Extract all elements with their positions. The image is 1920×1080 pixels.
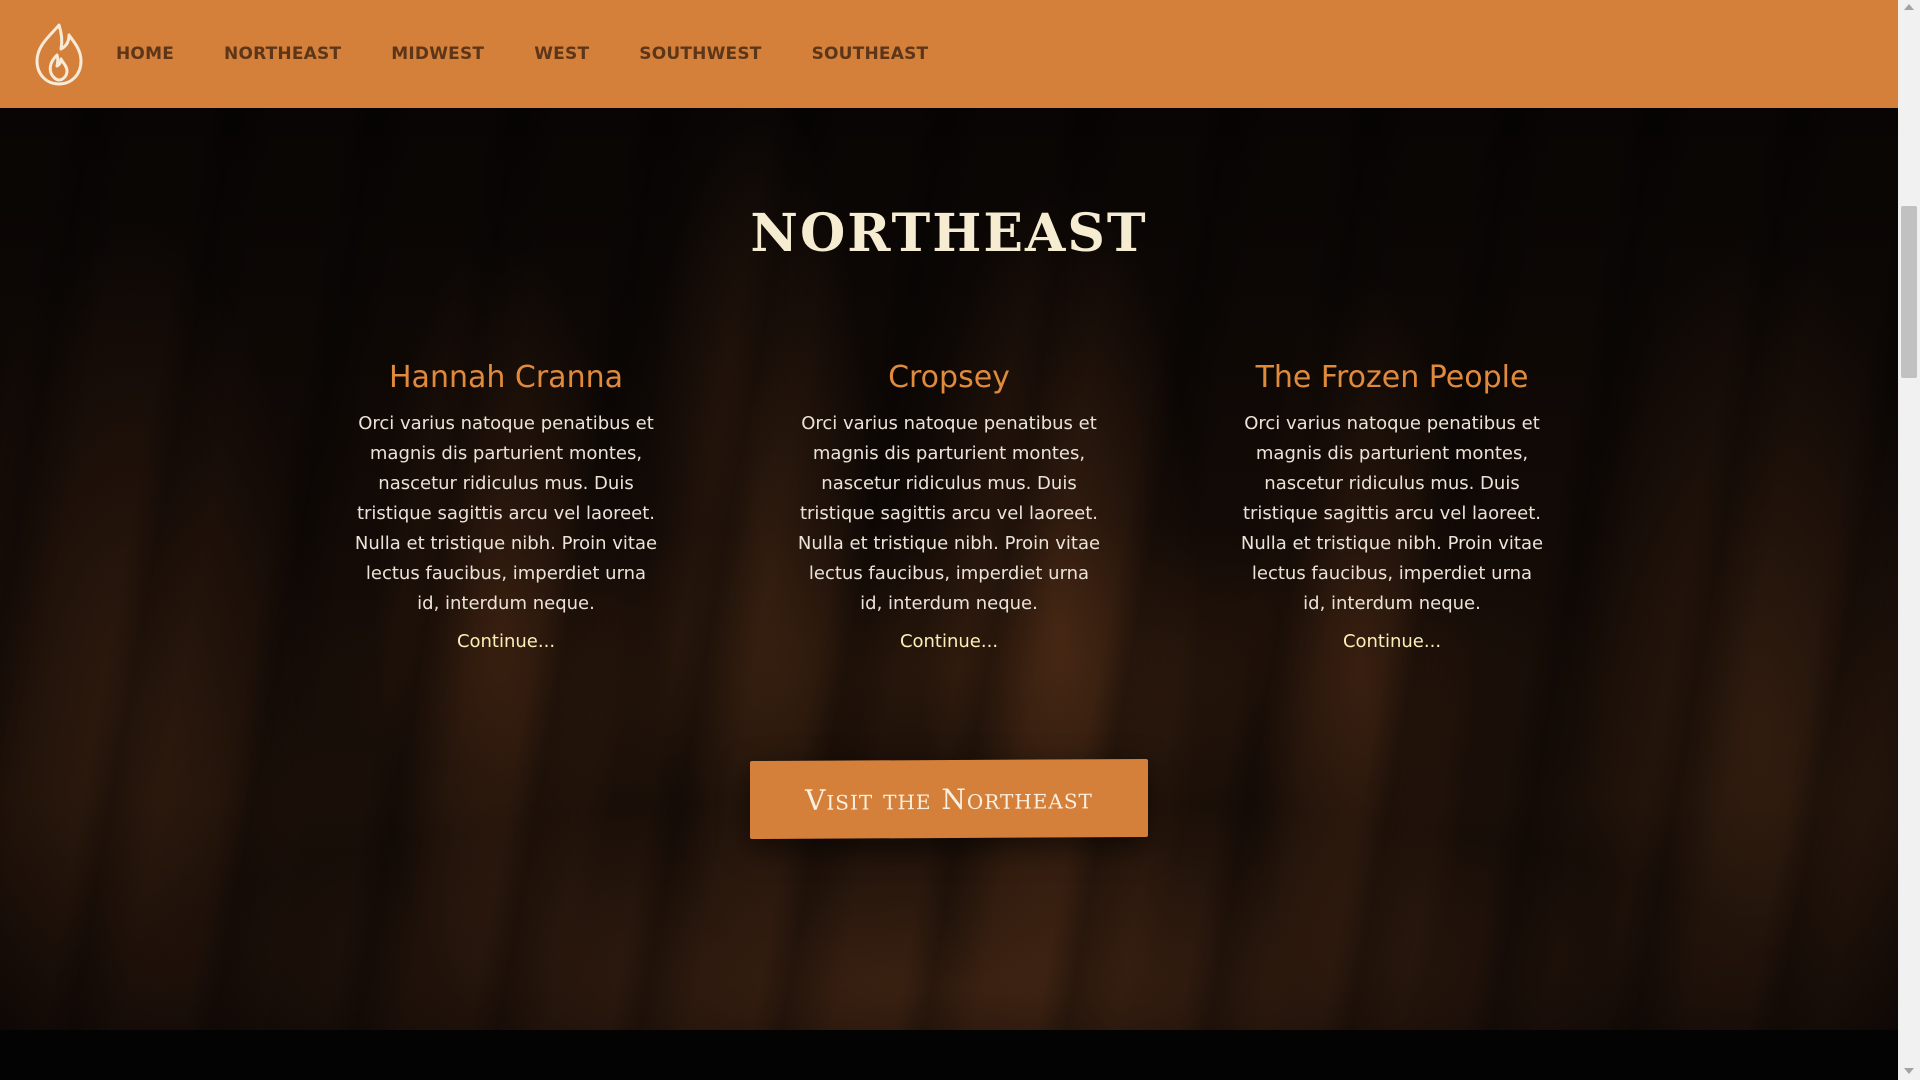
- card-title: The Frozen People: [1255, 360, 1529, 395]
- continue-link[interactable]: Continue...: [354, 631, 658, 652]
- section-title: NORTHEAST: [750, 203, 1148, 264]
- story-card: The Frozen People Orci varius natoque pe…: [1240, 360, 1544, 652]
- card-description: Orci varius natoque penatibus et magnis …: [354, 413, 658, 614]
- card-description: Orci varius natoque penatibus et magnis …: [797, 413, 1101, 614]
- nav-link-southwest[interactable]: SOUTHWEST: [639, 44, 761, 64]
- nav-link-northeast[interactable]: NORTHEAST: [224, 44, 341, 64]
- scroll-down-arrow-icon[interactable]: [1904, 1068, 1914, 1074]
- nav-link-west[interactable]: WEST: [534, 44, 589, 64]
- top-navbar: HOME NORTHEAST MIDWEST WEST SOUTHWEST SO…: [0, 0, 1898, 108]
- continue-link[interactable]: Continue...: [797, 631, 1101, 652]
- flame-icon[interactable]: [30, 20, 88, 88]
- story-card: Hannah Cranna Orci varius natoque penati…: [354, 360, 658, 652]
- visit-northeast-button[interactable]: Visit the Northeast: [750, 758, 1148, 840]
- continue-link[interactable]: Continue...: [1240, 631, 1544, 652]
- nav-link-southeast[interactable]: SOUTHEAST: [812, 44, 929, 64]
- card-title: Cropsey: [888, 360, 1010, 395]
- card-description: Orci varius natoque penatibus et magnis …: [1240, 413, 1544, 614]
- story-card: Cropsey Orci varius natoque penatibus et…: [797, 360, 1101, 652]
- scrollbar[interactable]: [1898, 0, 1920, 1080]
- scroll-up-arrow-icon[interactable]: [1904, 4, 1914, 10]
- nav-link-midwest[interactable]: MIDWEST: [391, 44, 484, 64]
- nav-link-home[interactable]: HOME: [116, 44, 174, 64]
- card-title: Hannah Cranna: [389, 360, 623, 395]
- scroll-thumb[interactable]: [1901, 206, 1917, 378]
- page: HOME NORTHEAST MIDWEST WEST SOUTHWEST SO…: [0, 0, 1920, 1080]
- footer-band: [0, 1030, 1898, 1080]
